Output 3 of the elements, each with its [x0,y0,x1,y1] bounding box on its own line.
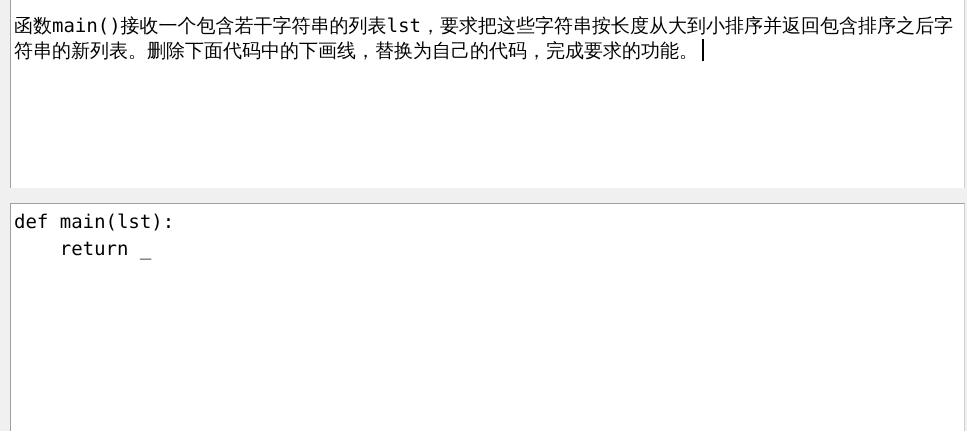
question-text: 函数main()接收一个包含若干字符串的列表lst，要求把这些字符串按长度从大到小排序并返回包含排序之后字符串的新列表。删除下面代码中的下画线，替换为自己的代码，完成要求的功能。 [14,15,953,62]
code-line: return _ [58,237,152,262]
code-line: def main(lst): [14,210,174,235]
